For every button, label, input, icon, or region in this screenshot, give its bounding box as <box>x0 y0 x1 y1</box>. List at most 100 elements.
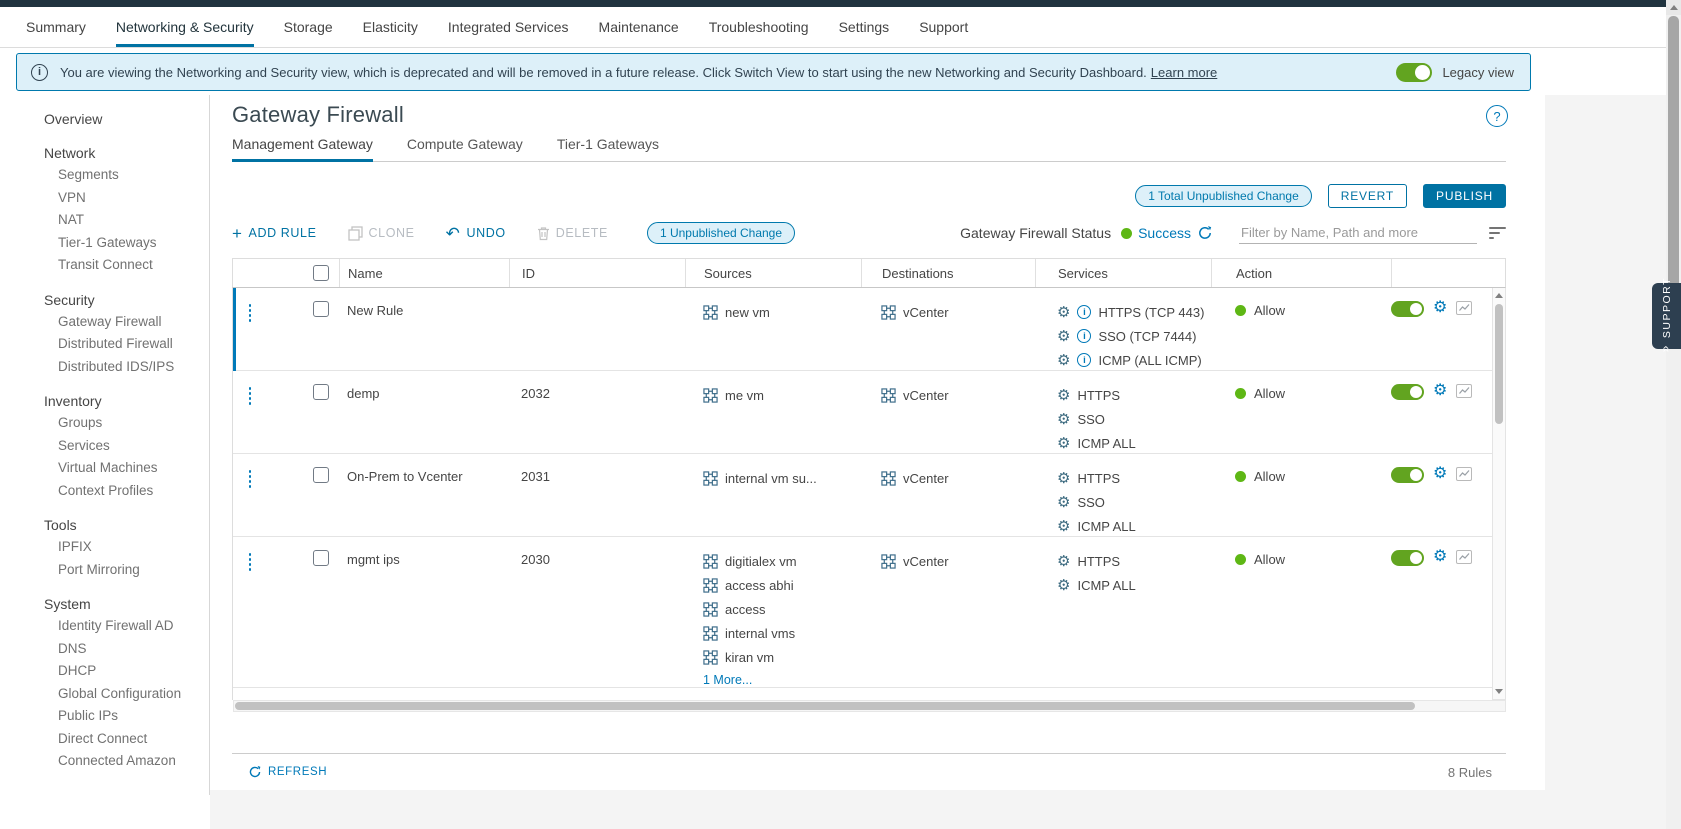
drag-handle-icon[interactable] <box>249 304 252 372</box>
top-tab-storage[interactable]: Storage <box>284 7 333 47</box>
sidebar-item-dns[interactable]: DNS <box>44 641 202 664</box>
rule-services-cell[interactable]: ⚙HTTPS⚙ICMP ALL <box>1035 537 1211 687</box>
add-rule-button[interactable]: +ADD RULE <box>232 225 317 242</box>
table-horizontal-scrollbar[interactable] <box>233 700 1506 712</box>
info-icon[interactable]: i <box>1077 305 1091 319</box>
top-tab-settings[interactable]: Settings <box>839 7 890 47</box>
scroll-down-arrow[interactable] <box>1493 685 1505 698</box>
vertical-scroll-thumb[interactable] <box>1495 304 1503 424</box>
learn-more-link[interactable]: Learn more <box>1151 65 1217 80</box>
sidebar-item-public-ips[interactable]: Public IPs <box>44 708 202 731</box>
rule-settings-gear-icon[interactable]: ⚙ <box>1433 300 1447 316</box>
table-vertical-scrollbar[interactable] <box>1492 288 1506 700</box>
select-all-checkbox[interactable] <box>313 265 329 281</box>
rule-name-cell[interactable]: New Rule <box>339 288 509 372</box>
top-tab-networking-security[interactable]: Networking & Security <box>116 7 254 47</box>
publish-button[interactable]: PUBLISH <box>1423 184 1506 208</box>
drag-handle-icon[interactable] <box>249 553 252 687</box>
rule-sources-cell[interactable]: me vm <box>685 371 861 455</box>
sidebar-item-overview[interactable]: Overview <box>44 111 202 133</box>
top-tab-troubleshooting[interactable]: Troubleshooting <box>709 7 809 47</box>
tab-compute-gateway[interactable]: Compute Gateway <box>407 136 523 162</box>
rule-name-cell[interactable]: On-Prem to Vcenter <box>339 454 509 538</box>
sidebar-item-distributed-firewall[interactable]: Distributed Firewall <box>44 336 202 359</box>
rule-destinations-cell[interactable]: vCenter <box>861 371 1035 455</box>
stats-icon[interactable] <box>1456 550 1472 564</box>
column-header-name[interactable]: Name <box>339 259 509 287</box>
info-icon[interactable]: i <box>1077 329 1091 343</box>
sidebar-item-nat[interactable]: NAT <box>44 212 202 235</box>
row-checkbox[interactable] <box>313 384 329 400</box>
help-icon[interactable]: ? <box>1486 105 1508 127</box>
row-checkbox[interactable] <box>313 550 329 566</box>
page-scroll-up-arrow[interactable] <box>1666 0 1681 15</box>
sidebar-item-tier-1-gateways[interactable]: Tier-1 Gateways <box>44 235 202 258</box>
sidebar-item-dhcp[interactable]: DHCP <box>44 663 202 686</box>
filter-input[interactable] <box>1239 222 1477 244</box>
rule-enabled-toggle[interactable] <box>1391 384 1424 400</box>
sidebar-item-ipfix[interactable]: IPFIX <box>44 539 202 562</box>
drag-handle-icon[interactable] <box>249 387 252 455</box>
undo-button[interactable]: ↶UNDO <box>446 225 506 242</box>
tab-tier-1-gateways[interactable]: Tier-1 Gateways <box>557 136 659 162</box>
top-tab-maintenance[interactable]: Maintenance <box>599 7 679 47</box>
sidebar-item-context-profiles[interactable]: Context Profiles <box>44 483 202 506</box>
rule-action-cell[interactable]: Allow <box>1211 371 1391 455</box>
scroll-up-arrow[interactable] <box>1493 289 1505 302</box>
revert-button[interactable]: REVERT <box>1328 184 1407 208</box>
rule-enabled-toggle[interactable] <box>1391 301 1424 317</box>
sidebar-item-global-configuration[interactable]: Global Configuration <box>44 686 202 709</box>
rule-settings-gear-icon[interactable]: ⚙ <box>1433 466 1447 482</box>
rule-destinations-cell[interactable]: vCenter <box>861 454 1035 538</box>
drag-handle-icon[interactable] <box>249 470 252 538</box>
rule-settings-gear-icon[interactable]: ⚙ <box>1433 383 1447 399</box>
stats-icon[interactable] <box>1456 467 1472 481</box>
refresh-button[interactable]: REFRESH <box>248 765 327 779</box>
top-tab-summary[interactable]: Summary <box>26 7 86 47</box>
sidebar-item-port-mirroring[interactable]: Port Mirroring <box>44 562 202 585</box>
rule-settings-gear-icon[interactable]: ⚙ <box>1433 549 1447 565</box>
column-header-destinations[interactable]: Destinations <box>861 259 1035 287</box>
sidebar-item-vpn[interactable]: VPN <box>44 190 202 213</box>
status-refresh-icon[interactable] <box>1197 225 1213 241</box>
rule-destinations-cell[interactable]: vCenter <box>861 288 1035 372</box>
stats-icon[interactable] <box>1456 384 1472 398</box>
column-header-services[interactable]: Services <box>1035 259 1211 287</box>
support-tab[interactable]: SUPPORT « <box>1652 283 1681 349</box>
rule-services-cell[interactable]: ⚙HTTPS⚙SSO⚙ICMP ALL <box>1035 371 1211 455</box>
legacy-view-toggle[interactable] <box>1396 63 1432 82</box>
rule-sources-cell[interactable]: digitialex vmaccess abhiaccessinternal v… <box>685 537 861 687</box>
column-header-id[interactable]: ID <box>509 259 685 287</box>
sidebar-item-transit-connect[interactable]: Transit Connect <box>44 257 202 280</box>
sidebar-item-groups[interactable]: Groups <box>44 415 202 438</box>
rule-enabled-toggle[interactable] <box>1391 550 1424 566</box>
rule-sources-cell[interactable]: internal vm su... <box>685 454 861 538</box>
sidebar-item-distributed-ids-ips[interactable]: Distributed IDS/IPS <box>44 359 202 382</box>
info-icon[interactable]: i <box>1077 353 1091 367</box>
sidebar-item-gateway-firewall[interactable]: Gateway Firewall <box>44 314 202 337</box>
sidebar-item-virtual-machines[interactable]: Virtual Machines <box>44 460 202 483</box>
clone-button[interactable]: CLONE <box>348 226 415 241</box>
top-tab-integrated-services[interactable]: Integrated Services <box>448 7 569 47</box>
sidebar-item-services[interactable]: Services <box>44 438 202 461</box>
sources-more-link[interactable]: 1 More... <box>703 673 861 687</box>
top-tab-support[interactable]: Support <box>919 7 968 47</box>
delete-button[interactable]: DELETE <box>537 226 608 241</box>
stats-icon[interactable] <box>1456 301 1472 315</box>
sidebar-item-segments[interactable]: Segments <box>44 167 202 190</box>
top-tab-elasticity[interactable]: Elasticity <box>363 7 418 47</box>
rule-destinations-cell[interactable]: vCenter <box>861 537 1035 687</box>
filter-icon[interactable] <box>1489 227 1506 239</box>
page-scrollbar[interactable] <box>1666 0 1681 829</box>
rule-sources-cell[interactable]: new vm <box>685 288 861 372</box>
sidebar-item-identity-firewall-ad[interactable]: Identity Firewall AD <box>44 618 202 641</box>
rule-enabled-toggle[interactable] <box>1391 467 1424 483</box>
rule-services-cell[interactable]: ⚙HTTPS⚙SSO⚙ICMP ALL <box>1035 454 1211 538</box>
rule-name-cell[interactable]: demp <box>339 371 509 455</box>
sidebar-item-connected-amazon[interactable]: Connected Amazon <box>44 753 202 765</box>
column-header-action[interactable]: Action <box>1211 259 1391 287</box>
rule-name-cell[interactable]: mgmt ips <box>339 537 509 687</box>
horizontal-scroll-thumb[interactable] <box>235 702 1415 710</box>
tab-management-gateway[interactable]: Management Gateway <box>232 136 373 162</box>
rule-action-cell[interactable]: Allow <box>1211 288 1391 372</box>
